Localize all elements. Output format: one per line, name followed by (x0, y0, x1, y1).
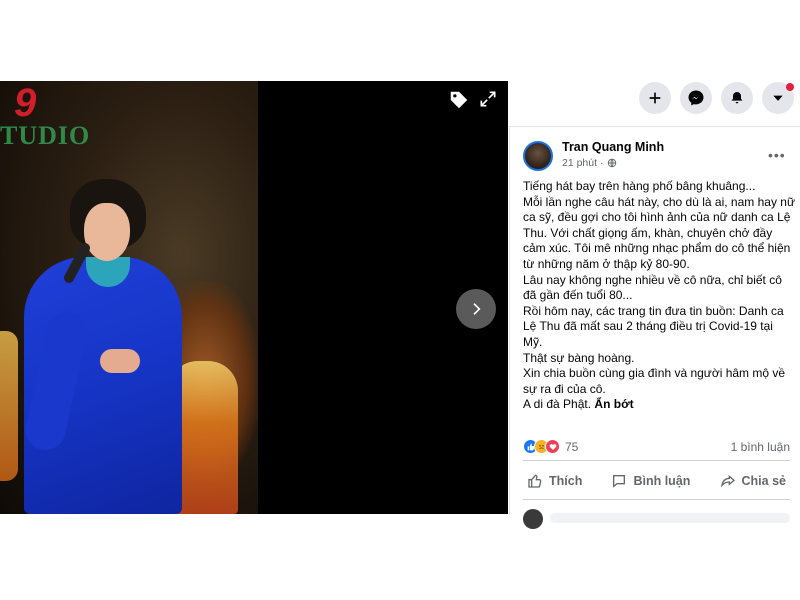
love-reaction-icon (545, 439, 560, 454)
reaction-count: 75 (565, 439, 579, 454)
more-options-button[interactable]: ••• (768, 147, 786, 163)
post-actions: Thích Bình luận Chia sẻ (523, 466, 790, 496)
like-button[interactable]: Thích (523, 466, 586, 496)
post-meta: 21 phút · (562, 157, 617, 169)
notifications-button[interactable] (721, 82, 753, 114)
comment-icon (613, 475, 626, 488)
share-label: Chia sẻ (741, 474, 786, 488)
photo-viewer: 9 TUDIO (0, 81, 508, 514)
post-text: Tiếng hát bay trên hàng phố bâng khuâng.… (523, 179, 795, 413)
meta-separator: · (600, 157, 604, 169)
caret-down-icon (773, 95, 783, 101)
post-last-line: A di đà Phật. Ẩn bớt (523, 397, 795, 413)
notification-dot (786, 83, 794, 91)
post-time[interactable]: 21 phút (562, 157, 597, 169)
author-name[interactable]: Tran Quang Minh (562, 140, 664, 154)
share-icon (720, 474, 735, 488)
globe-icon[interactable] (607, 158, 617, 168)
create-button[interactable] (639, 82, 671, 114)
post-line: Rồi hôm nay, các trang tin đưa tin buồn:… (523, 303, 784, 349)
thumbs-up-icon (528, 474, 542, 488)
post-line: Thật sự bàng hoàng. (523, 350, 635, 365)
logo-number: 9 (14, 81, 37, 125)
singer-face (84, 203, 130, 261)
expand-icon[interactable] (478, 89, 500, 111)
comment-label: Bình luận (633, 474, 691, 488)
background-dancer-left (0, 331, 18, 481)
post-line: A di đà Phật. (523, 397, 592, 412)
divider (523, 499, 790, 500)
post-line: Tiếng hát bay trên hàng phố bâng khuâng.… (523, 179, 756, 193)
account-menu-button[interactable] (762, 82, 794, 114)
singer-hand (100, 349, 140, 373)
messenger-icon (688, 90, 704, 106)
avatar[interactable] (523, 141, 553, 171)
post-photo[interactable]: 9 TUDIO (0, 81, 258, 514)
share-button[interactable]: Chia sẻ (716, 466, 790, 496)
next-photo-button[interactable] (456, 289, 496, 329)
chevron-right-icon (473, 303, 481, 315)
reactions-summary[interactable]: 75 (523, 439, 578, 454)
logo-text: TUDIO (0, 121, 91, 150)
tag-icon[interactable] (448, 89, 470, 111)
post-panel: Tran Quang Minh 21 phút · ••• Tiếng hát … (509, 126, 800, 529)
see-less-link[interactable]: Ẩn bớt (594, 397, 633, 411)
comment-preview (550, 513, 790, 523)
post-line: Xin chia buồn cùng gia đình và người hâm… (523, 366, 786, 396)
comment-avatar (523, 509, 543, 529)
plus-icon (649, 92, 661, 104)
comment-button[interactable]: Bình luận (607, 466, 694, 496)
header-actions (639, 82, 794, 114)
comment-count[interactable]: 1 bình luận (731, 440, 790, 454)
messenger-button[interactable] (680, 82, 712, 114)
divider (523, 460, 790, 461)
bell-icon (731, 92, 743, 104)
post-line: Mỗi lần nghe câu hát này, cho dù là ai, … (523, 194, 795, 271)
like-label: Thích (549, 474, 583, 488)
post-line: Lâu nay không nghe nhiều về cô nữa, chỉ … (523, 272, 782, 303)
